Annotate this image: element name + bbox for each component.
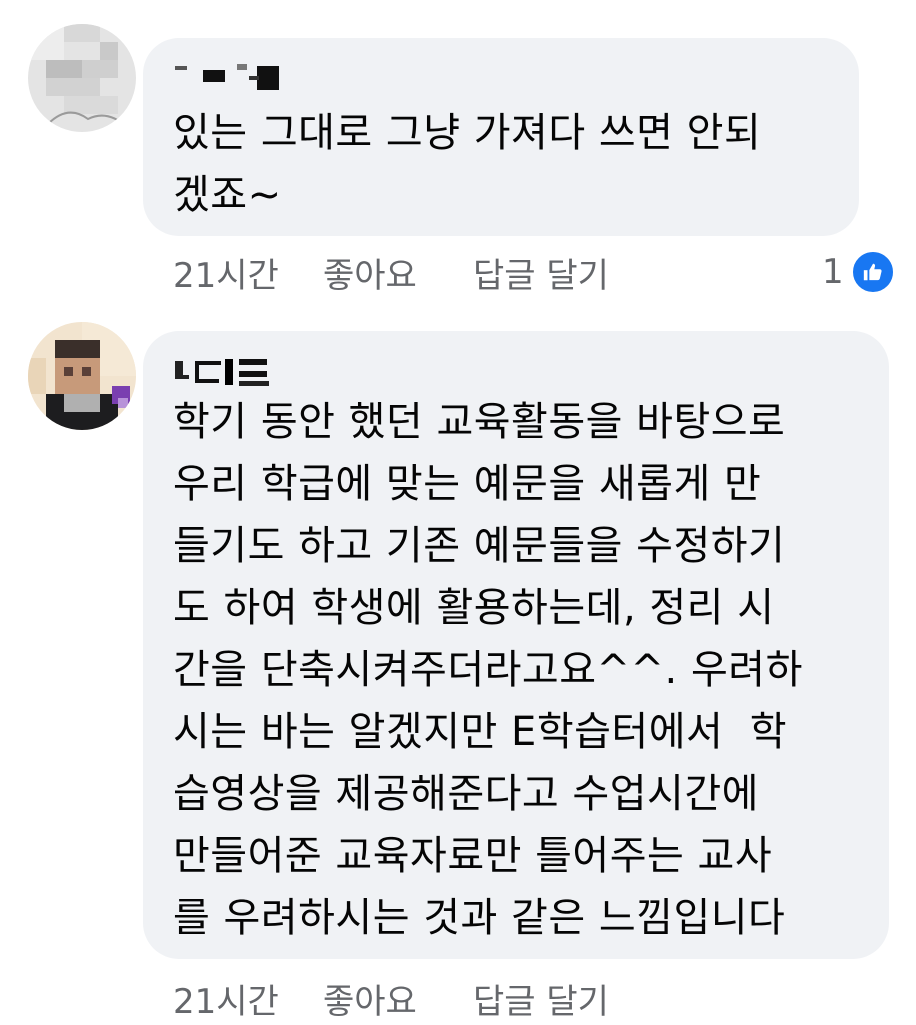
comment-1-reaction-count: 1 (822, 252, 844, 292)
comment-2-text: 학기 동안 했던 교육활동을 바탕으로 우리 학급에 맞는 예문을 새롭게 만 … (173, 399, 803, 941)
comment-2-actions: 21시간 좋아요 답글 달기 (173, 974, 609, 1023)
thumbs-up-icon (849, 249, 896, 295)
commenter-2-name-redacted[interactable] (175, 355, 285, 391)
comment-1-reaction-summary[interactable]: 1 (822, 248, 896, 296)
comment-1-text: 있는 그대로 그냥 가져다 쓰면 안되 겠죠~ (173, 110, 762, 218)
comment-2-reply-button[interactable]: 답글 달기 (473, 974, 609, 1023)
commenter-2-avatar[interactable] (28, 322, 136, 430)
comment-2-bubble: 학기 동안 했던 교육활동을 바탕으로 우리 학급에 맞는 예문을 새롭게 만 … (143, 331, 889, 959)
comment-2-timestamp[interactable]: 21시간 (173, 974, 323, 1023)
comment-2-like-button[interactable]: 좋아요 (323, 974, 473, 1023)
comment-1-bubble: 있는 그대로 그냥 가져다 쓰면 안되 겠죠~ (143, 38, 859, 236)
commenter-1-avatar[interactable] (28, 24, 136, 132)
comment-1-reply-button[interactable]: 답글 달기 (473, 248, 609, 297)
comment-1-actions: 21시간 좋아요 답글 달기 (173, 248, 609, 297)
comment-1-like-button[interactable]: 좋아요 (323, 248, 473, 297)
comment-1-timestamp[interactable]: 21시간 (173, 248, 323, 297)
commenter-1-name-redacted[interactable] (175, 60, 285, 96)
